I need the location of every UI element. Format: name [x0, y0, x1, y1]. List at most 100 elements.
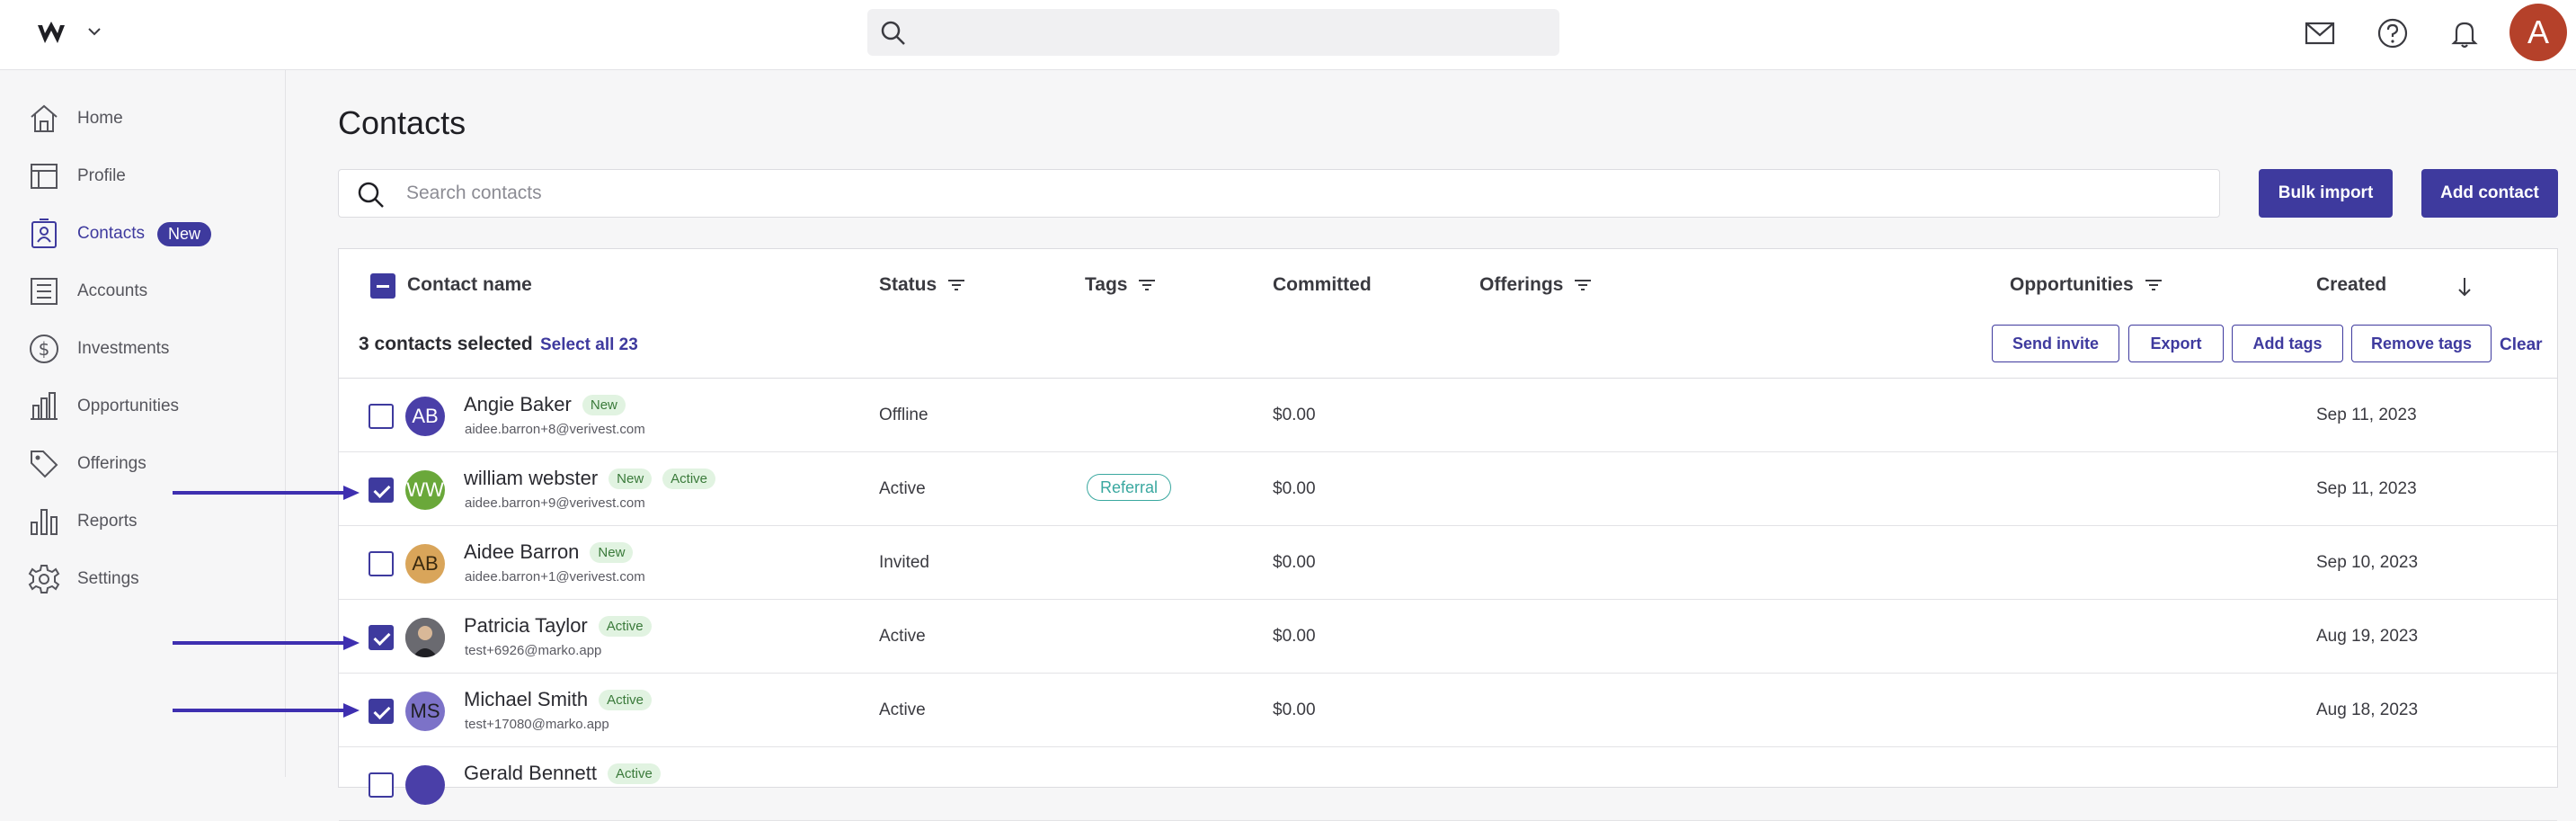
row-checkbox[interactable] — [369, 699, 394, 724]
table-row[interactable]: WW william webster New Active aidee.barron… — [339, 452, 2557, 526]
committed-cell: $0.00 — [1273, 406, 1316, 424]
contact-name[interactable]: Aidee Barron New — [464, 540, 634, 564]
annotation-arrow — [173, 486, 360, 500]
row-checkbox[interactable] — [369, 625, 394, 650]
filter-icon[interactable] — [1138, 279, 1156, 291]
sidebar-item-label: Accounts — [77, 281, 148, 300]
offerings-icon — [31, 451, 58, 478]
status-cell: Active — [879, 479, 926, 498]
search-input[interactable] — [406, 179, 2114, 208]
committed-cell: $0.00 — [1273, 553, 1316, 572]
committed-cell: $0.00 — [1273, 627, 1316, 646]
sidebar-item-investments[interactable]: $ Investments — [27, 331, 169, 367]
column-opportunities[interactable]: Opportunities — [2010, 274, 2163, 296]
created-cell: Sep 11, 2023 — [2316, 406, 2417, 424]
sidebar-item-label: Opportunities — [77, 397, 180, 415]
filter-icon[interactable] — [947, 279, 965, 291]
table-row[interactable]: Patricia Taylor Active test+6926@marko.ap… — [339, 600, 2557, 674]
sidebar-item-offerings[interactable]: Offerings — [27, 446, 147, 482]
contact-email: aidee.barron+9@verivest.com — [465, 495, 645, 511]
sidebar-item-label: Settings — [77, 569, 139, 588]
sidebar-item-contacts[interactable]: Contacts New — [27, 216, 211, 252]
contact-name[interactable]: william webster New Active — [464, 467, 716, 490]
sidebar-item-label: Reports — [77, 512, 138, 531]
accounts-icon — [31, 278, 58, 305]
status-cell: Offline — [879, 406, 928, 424]
sidebar-item-opportunities[interactable]: Opportunities — [27, 388, 179, 424]
avatar: MS — [405, 692, 445, 731]
column-offerings[interactable]: Offerings — [1479, 274, 1592, 296]
investments-icon: $ — [30, 335, 58, 363]
select-all-checkbox[interactable] — [370, 273, 395, 299]
committed-cell: $0.00 — [1273, 479, 1316, 498]
user-avatar[interactable]: A — [2509, 4, 2567, 61]
sidebar-item-label: Contacts — [77, 224, 145, 243]
clear-selection-link[interactable]: Clear — [2500, 335, 2543, 355]
mail-icon[interactable] — [2303, 16, 2337, 50]
table-row[interactable]: Gerald Bennett Active — [339, 747, 2557, 821]
opportunities-icon — [31, 392, 58, 420]
status-cell: Active — [879, 627, 926, 646]
table-row[interactable]: AB Angie Baker New aidee.barron+8@verives… — [339, 379, 2557, 452]
sidebar-item-settings[interactable]: Settings — [27, 561, 139, 597]
global-search-input[interactable] — [867, 9, 1559, 56]
remove-tags-button[interactable]: Remove tags — [2351, 325, 2492, 362]
select-all-link[interactable]: Select all 23 — [540, 335, 638, 355]
sidebar-item-home[interactable]: Home — [27, 101, 123, 137]
committed-cell: $0.00 — [1273, 701, 1316, 719]
table-row[interactable]: AB Aidee Barron New aidee.barron+1@verive… — [339, 526, 2557, 600]
contacts-icon — [31, 219, 57, 248]
selection-count: 3 contacts selected — [359, 334, 533, 354]
help-icon[interactable] — [2376, 16, 2410, 50]
row-checkbox[interactable] — [369, 477, 394, 503]
status-badge: Active — [662, 468, 716, 489]
status-badge: Active — [598, 615, 652, 637]
bell-icon[interactable] — [2447, 16, 2482, 50]
top-bar: A — [0, 0, 2576, 70]
settings-icon — [28, 565, 60, 593]
sidebar-item-accounts[interactable]: Accounts — [27, 273, 147, 309]
row-checkbox[interactable] — [369, 772, 394, 798]
sort-descending-icon[interactable] — [2456, 276, 2473, 298]
column-committed[interactable]: Committed — [1273, 274, 1372, 296]
bulk-import-button[interactable]: Bulk import — [2259, 169, 2393, 218]
status-badge: New — [582, 394, 626, 415]
table-row[interactable]: MS Michael Smith Active test+17080@marko.… — [339, 674, 2557, 747]
filter-icon[interactable] — [2145, 279, 2163, 291]
column-created[interactable]: Created — [2316, 274, 2386, 296]
add-tags-button[interactable]: Add tags — [2232, 325, 2343, 362]
created-cell: Aug 18, 2023 — [2316, 701, 2419, 719]
contact-search[interactable] — [338, 169, 2220, 218]
column-tags[interactable]: Tags — [1085, 274, 1156, 296]
search-icon — [881, 21, 905, 45]
home-icon — [31, 104, 58, 132]
sidebar: Home Profile Contacts New Accounts $ Inv… — [0, 70, 286, 777]
row-checkbox[interactable] — [369, 551, 394, 576]
brand-logo[interactable] — [36, 20, 67, 47]
contact-name[interactable]: Patricia Taylor Active — [464, 614, 652, 638]
export-button[interactable]: Export — [2128, 325, 2224, 362]
row-checkbox[interactable] — [369, 404, 394, 429]
sidebar-item-reports[interactable]: Reports — [27, 504, 138, 540]
contact-name[interactable]: Gerald Bennett Active — [464, 762, 661, 785]
new-badge: New — [156, 221, 211, 246]
add-contact-button[interactable]: Add contact — [2421, 169, 2558, 218]
column-contact-name[interactable]: Contact name — [407, 274, 532, 296]
tag-pill[interactable]: Referral — [1087, 474, 1172, 501]
status-badge: Active — [607, 763, 661, 784]
contact-name[interactable]: Angie Baker New — [464, 393, 626, 416]
send-invite-button[interactable]: Send invite — [1992, 325, 2119, 362]
filter-icon[interactable] — [1574, 279, 1592, 291]
annotation-arrow — [173, 636, 360, 650]
avatar: AB — [405, 544, 445, 584]
svg-text:$: $ — [39, 338, 50, 360]
sidebar-item-profile[interactable]: Profile — [27, 158, 126, 194]
contact-email: aidee.barron+1@verivest.com — [465, 569, 645, 585]
chevron-down-icon[interactable] — [84, 22, 104, 41]
status-badge: New — [590, 541, 634, 563]
contact-name[interactable]: Michael Smith Active — [464, 688, 653, 711]
column-status[interactable]: Status — [879, 274, 965, 296]
page-title: Contacts — [338, 104, 466, 141]
status-badge: New — [608, 468, 653, 489]
contact-email: test+17080@marko.app — [465, 717, 609, 732]
